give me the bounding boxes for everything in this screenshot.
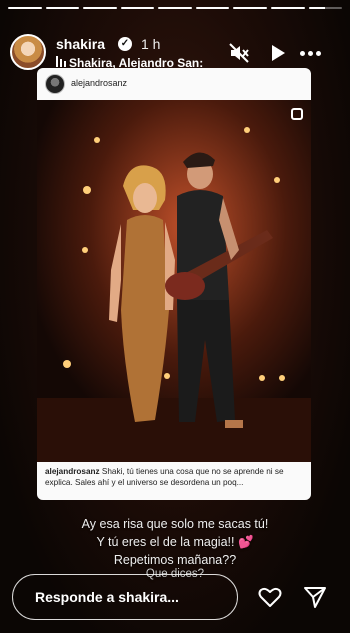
story-timestamp: 1 h	[141, 36, 161, 52]
send-icon[interactable]	[302, 584, 328, 610]
progress-segment	[83, 7, 117, 9]
story-text-line-2-text: Y tú eres el de la magia!!	[96, 535, 235, 549]
more-options-icon[interactable]	[300, 42, 322, 64]
post-caption[interactable]: alejandrosanz Shaki, tú tienes una cosa …	[37, 462, 311, 500]
story-username[interactable]: shakira	[56, 36, 105, 52]
progress-segment-fill	[195, 7, 230, 9]
post-header: alejandrosanz	[37, 68, 311, 100]
progress-segment-fill	[233, 7, 267, 9]
progress-segment-fill	[158, 7, 192, 9]
progress-segment	[158, 7, 192, 9]
play-icon[interactable]	[266, 42, 288, 64]
post-photo[interactable]	[37, 100, 311, 500]
reply-placeholder: Responde a shakira...	[35, 589, 179, 605]
progress-segment-fill	[120, 7, 155, 9]
post-author-username[interactable]: alejandrosanz	[71, 78, 127, 88]
progress-segment-fill	[45, 7, 80, 9]
progress-segment	[195, 7, 230, 9]
progress-segment-fill	[270, 7, 305, 9]
heart-emoji-icon: 💕	[237, 535, 254, 549]
progress-segment-fill	[8, 7, 42, 9]
reshared-post-card[interactable]: alejandrosanz alejandrosanz Shaki, tú ti…	[37, 68, 311, 500]
progress-segment	[308, 7, 343, 9]
heart-icon[interactable]	[257, 584, 283, 610]
multiple-photos-icon	[291, 108, 303, 120]
progress-segment	[120, 7, 155, 9]
concert-photo-illustration	[37, 100, 311, 462]
progress-segment	[8, 7, 42, 9]
story-progress-bar	[8, 7, 343, 9]
story-text-line-3: Repetimos mañana??	[113, 553, 237, 567]
verified-badge-icon: ✓	[118, 37, 132, 51]
progress-segment-fill	[83, 7, 117, 9]
mute-icon[interactable]	[228, 42, 250, 64]
progress-segment	[270, 7, 305, 9]
progress-segment	[45, 7, 80, 9]
caption-username: alejandrosanz	[45, 467, 100, 476]
profile-avatar[interactable]	[10, 34, 46, 70]
reply-input[interactable]: Responde a shakira...	[12, 574, 238, 620]
post-author-avatar[interactable]	[45, 74, 65, 94]
story-text-line-2: Y tú eres el de la magia!! 💕	[0, 535, 350, 550]
progress-segment	[233, 7, 267, 9]
progress-segment-fill	[308, 7, 326, 9]
story-text-line-1: Ay esa risa que solo me sacas tú!	[81, 517, 269, 531]
